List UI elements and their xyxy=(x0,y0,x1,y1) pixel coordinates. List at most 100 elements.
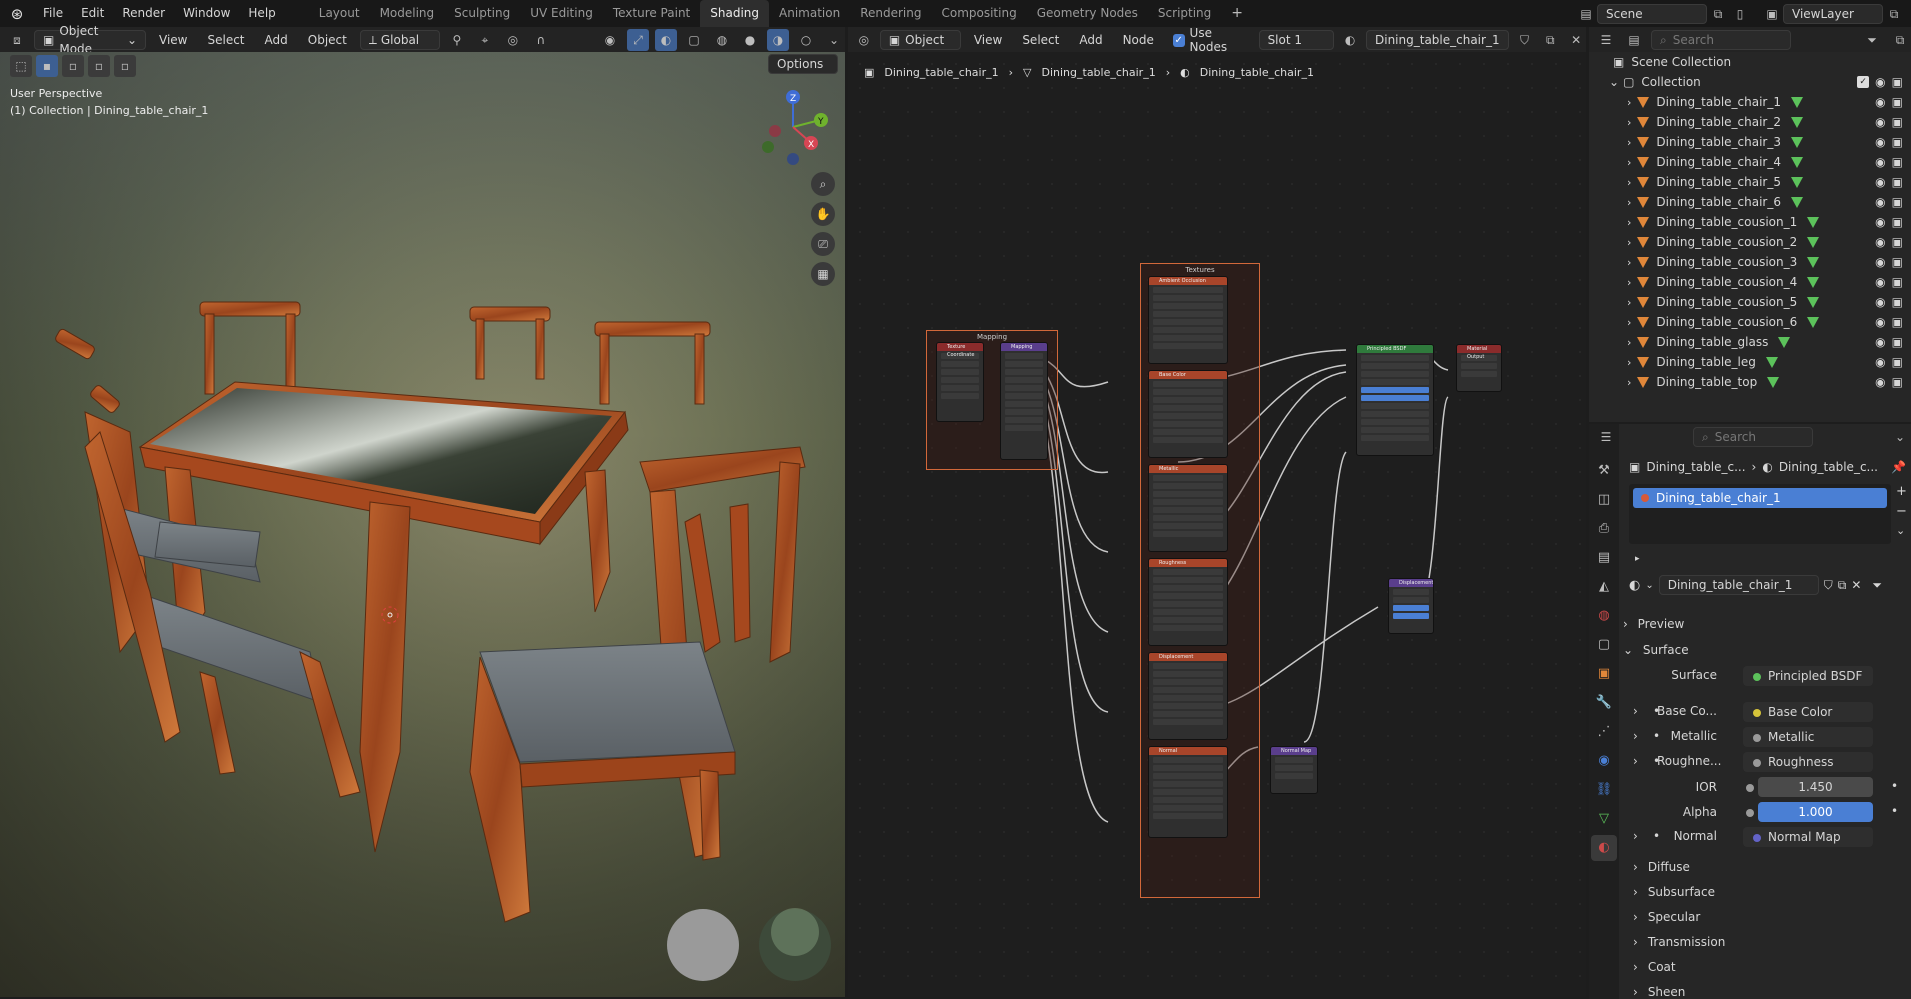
outliner-item[interactable]: › Dining_table_chair_5 ◉ ▣ xyxy=(1589,172,1911,192)
scene-icon[interactable]: ▤ xyxy=(1575,3,1597,25)
camera-icon[interactable]: ▣ xyxy=(1892,155,1903,169)
eye-icon[interactable]: ◉ xyxy=(1875,255,1885,269)
outliner-item[interactable]: › Dining_table_chair_3 ◉ ▣ xyxy=(1589,132,1911,152)
chevron-right-icon[interactable]: › xyxy=(1627,236,1631,249)
eye-icon[interactable]: ◉ xyxy=(1875,355,1885,369)
scene-selector[interactable]: Scene xyxy=(1597,3,1707,24)
menu-help[interactable]: Help xyxy=(239,0,284,27)
node-base-color-texture[interactable]: Base Color xyxy=(1148,370,1228,458)
render-tab-icon[interactable]: ◫ xyxy=(1591,487,1617,513)
tab-compositing[interactable]: Compositing xyxy=(931,0,1026,27)
material-shading-icon[interactable]: ◑ xyxy=(767,29,789,51)
proportional-edit-icon[interactable]: ◎ xyxy=(502,29,524,51)
camera-icon[interactable]: ▣ xyxy=(1892,175,1903,189)
fake-user-shield-icon[interactable]: ⛉ xyxy=(1824,578,1833,593)
camera-icon[interactable]: ▣ xyxy=(1892,375,1903,389)
outliner-item[interactable]: › Dining_table_chair_2 ◉ ▣ xyxy=(1589,112,1911,132)
material-browse-icon[interactable]: ◐ xyxy=(1340,29,1360,51)
outliner-search-input[interactable]: ⌕ Search xyxy=(1651,30,1791,50)
material-name-input[interactable]: Dining_table_chair_1 xyxy=(1658,575,1819,595)
modifier-tab-icon[interactable]: 🔧 xyxy=(1591,690,1617,716)
node-displacement[interactable]: Displacement xyxy=(1388,578,1434,634)
camera-icon[interactable]: ▣ xyxy=(1892,135,1903,149)
menu-window[interactable]: Window xyxy=(174,0,239,27)
chevron-right-icon[interactable]: › xyxy=(1627,296,1631,309)
node-mapping[interactable]: Mapping xyxy=(1000,342,1048,460)
chevron-right-icon[interactable]: › xyxy=(1627,216,1631,229)
eye-icon[interactable]: ◉ xyxy=(1875,375,1885,389)
node-normal-texture[interactable]: Normal xyxy=(1148,746,1228,838)
material-browse-icon[interactable]: ◐ xyxy=(1629,578,1640,593)
tab-animation[interactable]: Animation xyxy=(769,0,850,27)
outliner-item[interactable]: › Dining_table_top ◉ ▣ xyxy=(1589,372,1911,392)
material-tab-icon[interactable]: ◐ xyxy=(1591,835,1617,861)
mesh-data-icon[interactable] xyxy=(1807,296,1820,308)
chevron-right-icon[interactable]: › xyxy=(1627,136,1631,149)
chevron-right-icon[interactable]: › xyxy=(1627,316,1631,329)
node-principled-bsdf[interactable]: Principled BSDF xyxy=(1356,344,1434,456)
outliner-item[interactable]: › Dining_table_leg ◉ ▣ xyxy=(1589,352,1911,372)
menu-select[interactable]: Select xyxy=(200,29,251,51)
outliner-item[interactable]: › Dining_table_chair_1 ◉ ▣ xyxy=(1589,92,1911,112)
checkbox-checked-icon[interactable]: ✓ xyxy=(1857,76,1870,88)
gizmo-toggle-icon[interactable]: ⤢ xyxy=(627,29,649,51)
new-scene-icon[interactable]: ⧉ xyxy=(1707,3,1729,25)
tab-texture-paint[interactable]: Texture Paint xyxy=(603,0,700,27)
eye-icon[interactable]: ◉ xyxy=(1875,115,1885,129)
view-layer-tab-icon[interactable]: ▤ xyxy=(1591,545,1617,571)
camera-icon[interactable]: ▣ xyxy=(1892,335,1903,349)
chevron-right-icon[interactable]: › xyxy=(1627,356,1631,369)
camera-icon[interactable]: ▣ xyxy=(1892,295,1903,309)
output-tab-icon[interactable]: ⎙ xyxy=(1591,516,1617,542)
tab-shading[interactable]: Shading xyxy=(700,0,769,27)
xray-icon[interactable]: ▢ xyxy=(683,29,705,51)
eye-icon[interactable]: ◉ xyxy=(1875,295,1885,309)
3d-viewport[interactable]: ⬚ ▪ ▫ ▫ ▫ User Perspective (1) Collectio… xyxy=(0,52,845,997)
chevron-right-icon[interactable]: › xyxy=(1627,276,1631,289)
fake-user-shield-icon[interactable]: ⛉ xyxy=(1515,29,1535,51)
collection-row[interactable]: ⌄ ▢ Collection ✓ ◉ ▣ xyxy=(1589,72,1911,92)
outliner-item[interactable]: › Dining_table_glass ◉ ▣ xyxy=(1589,332,1911,352)
normal-row[interactable]: › • Normal Normal Map xyxy=(1629,827,1911,847)
outliner-item[interactable]: › Dining_table_chair_4 ◉ ▣ xyxy=(1589,152,1911,172)
overlay-toggle-icon[interactable]: ◐ xyxy=(655,29,677,51)
data-tab-icon[interactable]: ▽ xyxy=(1591,806,1617,832)
eye-icon[interactable]: ◉ xyxy=(1875,95,1885,109)
node-displacement-texture[interactable]: Displacement xyxy=(1148,652,1228,740)
keyframe-dot-icon[interactable]: • xyxy=(1891,804,1898,818)
eye-icon[interactable]: ◉ xyxy=(1875,135,1885,149)
snap-icon[interactable]: ⌖ xyxy=(474,29,496,51)
blender-logo-icon[interactable]: ⊛ xyxy=(0,5,34,23)
constraints-tab-icon[interactable]: ⛓ xyxy=(1591,777,1617,803)
shader-type-selector[interactable]: ▣ Object xyxy=(879,30,961,50)
mesh-data-icon[interactable] xyxy=(1807,276,1820,288)
eye-icon[interactable]: ◉ xyxy=(1875,195,1885,209)
solid-shading-icon[interactable]: ● xyxy=(739,29,761,51)
eye-icon[interactable]: ◉ xyxy=(1875,155,1885,169)
outliner-item[interactable]: › Dining_table_cousion_1 ◉ ▣ xyxy=(1589,212,1911,232)
editor-type-icon[interactable]: ⧈ xyxy=(6,29,28,51)
eye-icon[interactable]: ◉ xyxy=(1875,215,1885,229)
pivot-icon[interactable]: ⚲ xyxy=(446,29,468,51)
view-layer-selector[interactable]: ViewLayer xyxy=(1783,3,1883,24)
pin-icon[interactable]: 📌 xyxy=(1891,460,1906,474)
unlink-icon[interactable]: ✕ xyxy=(1851,578,1861,592)
mesh-data-icon[interactable] xyxy=(1791,156,1803,168)
menu-object[interactable]: Object xyxy=(301,29,354,51)
subpanel-diffuse[interactable]: › Diffuse xyxy=(1633,860,1690,874)
material-name-field[interactable]: Dining_table_chair_1 xyxy=(1366,30,1509,50)
camera-icon[interactable]: ▣ xyxy=(1892,75,1903,89)
eye-icon[interactable]: ◉ xyxy=(1875,235,1885,249)
node-menu-node[interactable]: Node xyxy=(1116,29,1161,51)
base-color-field[interactable]: Base Color xyxy=(1743,702,1873,722)
eye-icon[interactable]: ◉ xyxy=(1875,315,1885,329)
eye-icon[interactable]: ◉ xyxy=(1875,75,1885,89)
roughness-row[interactable]: › • Roughne... Roughness xyxy=(1629,752,1911,772)
display-mode-icon[interactable]: ▤ xyxy=(1623,29,1645,51)
node-material-output[interactable]: Material Output xyxy=(1456,344,1502,392)
base-color-row[interactable]: › • Base Co... Base Color xyxy=(1629,702,1911,722)
duplicate-icon[interactable]: ⧉ xyxy=(1838,578,1847,593)
node-menu-add[interactable]: Add xyxy=(1072,29,1109,51)
rendered-shading-icon[interactable]: ○ xyxy=(795,29,817,51)
node-metallic-texture[interactable]: Metallic xyxy=(1148,464,1228,552)
